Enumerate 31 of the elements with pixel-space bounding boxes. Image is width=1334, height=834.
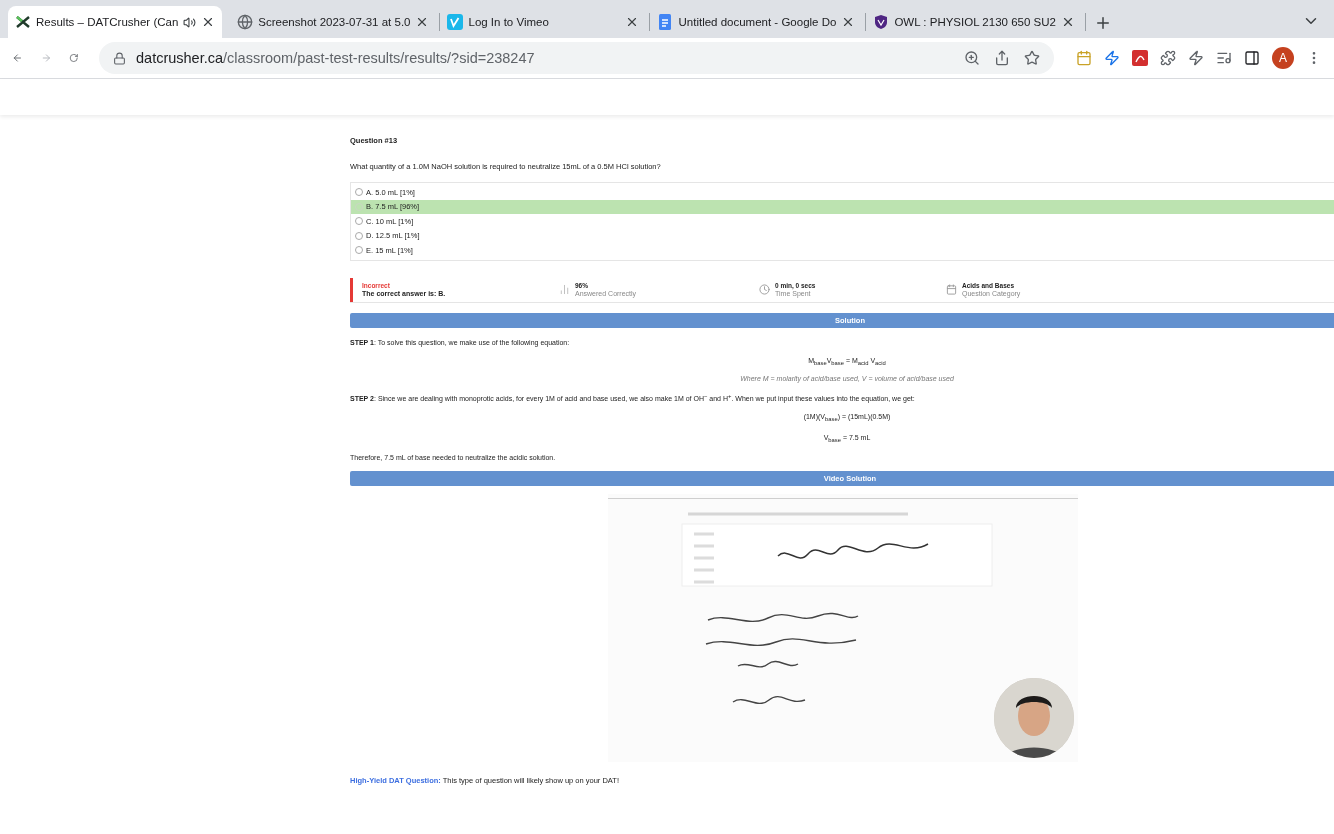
browser-tab[interactable]: Untitled document - Google Do (650, 6, 863, 38)
zoom-icon (964, 50, 980, 66)
tab-title: Results – DATCrusher (Can (36, 16, 179, 28)
url-text: datcrusher.ca/classroom/past-test-results/results/?sid=238247 (136, 50, 536, 66)
bar-chart-icon (559, 284, 570, 295)
calendar-icon (946, 284, 957, 295)
browser-tab[interactable]: Log In to Vimeo (440, 6, 647, 38)
tab-title: Untitled document - Google Do (678, 16, 837, 28)
document-icon (657, 14, 674, 30)
share-icon (994, 50, 1010, 66)
tab-title: Log In to Vimeo (468, 16, 550, 28)
tab-title: Screenshot 2023-07-31 at 5.0 (258, 16, 411, 28)
address-bar[interactable]: datcrusher.ca/classroom/past-test-results/results/?sid=238247 (99, 42, 1054, 74)
star-icon (1024, 50, 1040, 66)
side-panel-icon (1244, 50, 1260, 66)
browser-tab[interactable]: OWL : PHYSIOL 2130 650 SU2 (866, 6, 1082, 38)
shield-icon (873, 14, 890, 30)
x-logo-icon (15, 14, 31, 30)
lightning-icon (1188, 50, 1204, 66)
lock-icon (113, 51, 126, 65)
speaker-icon (183, 15, 197, 29)
pdf-icon (1132, 50, 1148, 66)
browser-tab[interactable]: Screenshot 2023-07-31 at 5.0 (230, 6, 437, 38)
puzzle-icon (1160, 50, 1176, 66)
browser-tab[interactable]: Results – DATCrusher (Can (8, 6, 223, 38)
tab-title: OWL : PHYSIOL 2130 650 SU2 (894, 16, 1056, 28)
profile-avatar[interactable]: A (1272, 47, 1294, 69)
vimeo-logo-icon (447, 14, 464, 30)
clock-icon (759, 284, 770, 295)
playlist-icon (1216, 50, 1232, 66)
globe-icon (237, 14, 254, 30)
